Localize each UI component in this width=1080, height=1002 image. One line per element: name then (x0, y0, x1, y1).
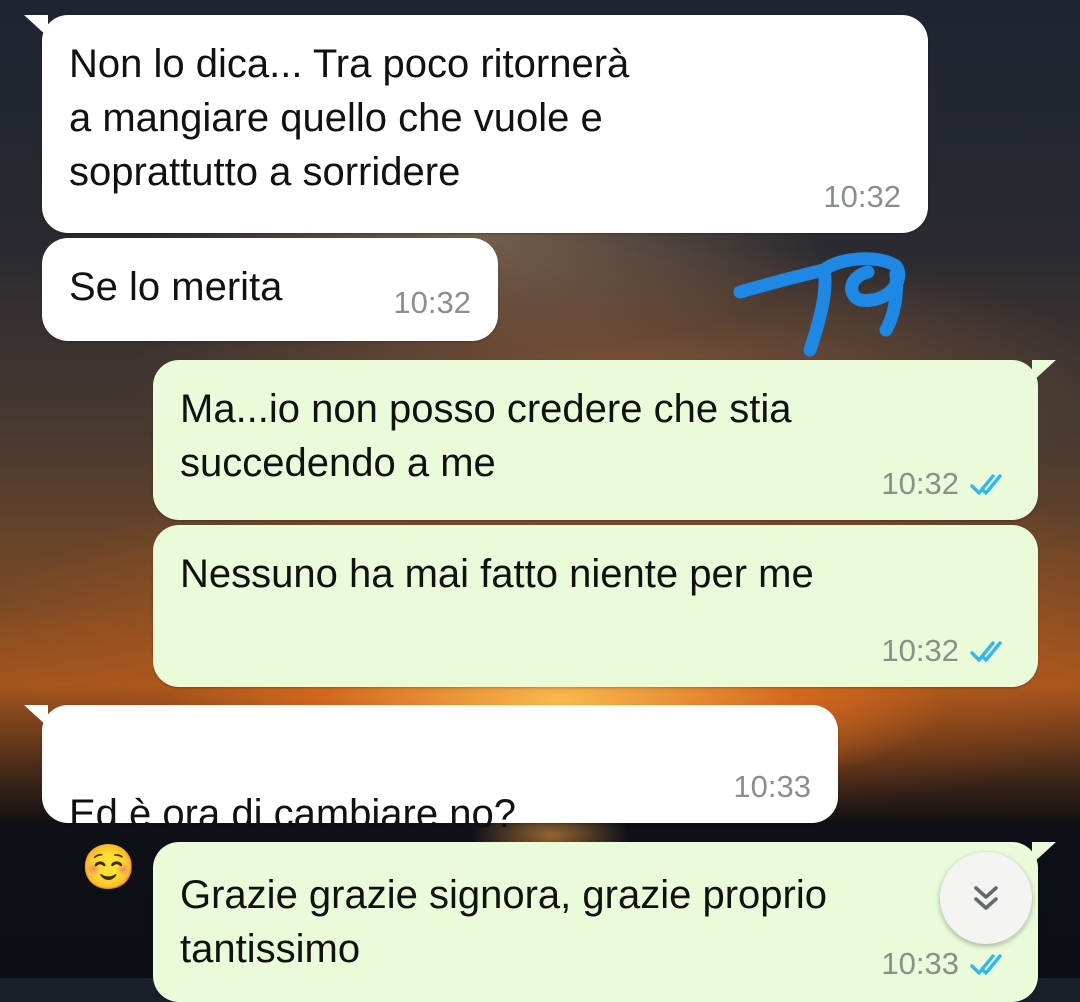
message-text-content: Ed è ora di cambiare no? (69, 792, 516, 836)
message-meta: 10:33 (881, 946, 1011, 982)
message-time: 10:33 (733, 769, 811, 804)
bubble-tail (24, 15, 48, 37)
bubble-tail (1032, 842, 1056, 864)
double-check-icon (970, 641, 1002, 662)
smiling-face-icon: ☺️ (81, 843, 136, 892)
bubble-tail (24, 705, 48, 727)
message-text: Non lo dica... Tra poco ritornerà a mang… (69, 42, 630, 194)
message-bubble-outgoing[interactable]: Grazie grazie signora, grazie proprio ta… (153, 842, 1056, 1002)
message-meta: 10:33 (733, 769, 811, 805)
message-bubble-outgoing[interactable]: Nessuno ha mai fatto niente per me 10:32 (153, 525, 1038, 687)
scroll-to-bottom-button[interactable] (940, 852, 1032, 944)
message-text: Se lo merita (69, 265, 283, 309)
double-check-icon (970, 474, 1002, 495)
message-bubble-incoming[interactable]: Se lo merita 10:32 (42, 238, 498, 341)
message-bubble-incoming[interactable]: Ed è ora di cambiare no? ☺️ 10:33 (24, 705, 838, 892)
message-text: Ma...io non posso credere che stia succe… (180, 387, 792, 485)
message-bubble-incoming[interactable]: Non lo dica... Tra poco ritornerà a mang… (24, 15, 928, 233)
message-time: 10:33 (881, 946, 959, 981)
bubble-tail (1032, 360, 1056, 382)
blue-pen-scribble (733, 252, 906, 357)
message-time: 10:32 (823, 179, 901, 214)
message-bubble-outgoing[interactable]: Ma...io non posso credere che stia succe… (153, 360, 1056, 520)
message-time: 10:32 (881, 466, 959, 501)
message-meta: 10:32 (393, 285, 471, 321)
double-check-icon (970, 954, 1002, 975)
message-meta: 10:32 (823, 179, 901, 215)
message-meta: 10:32 (881, 633, 1011, 669)
message-text: Grazie grazie signora, grazie proprio ta… (180, 873, 827, 971)
message-time: 10:32 (881, 633, 959, 668)
message-time: 10:32 (393, 285, 471, 320)
double-chevron-down-icon (974, 886, 998, 910)
message-meta: 10:32 (881, 466, 1011, 502)
message-text: Nessuno ha mai fatto niente per me (180, 552, 814, 596)
